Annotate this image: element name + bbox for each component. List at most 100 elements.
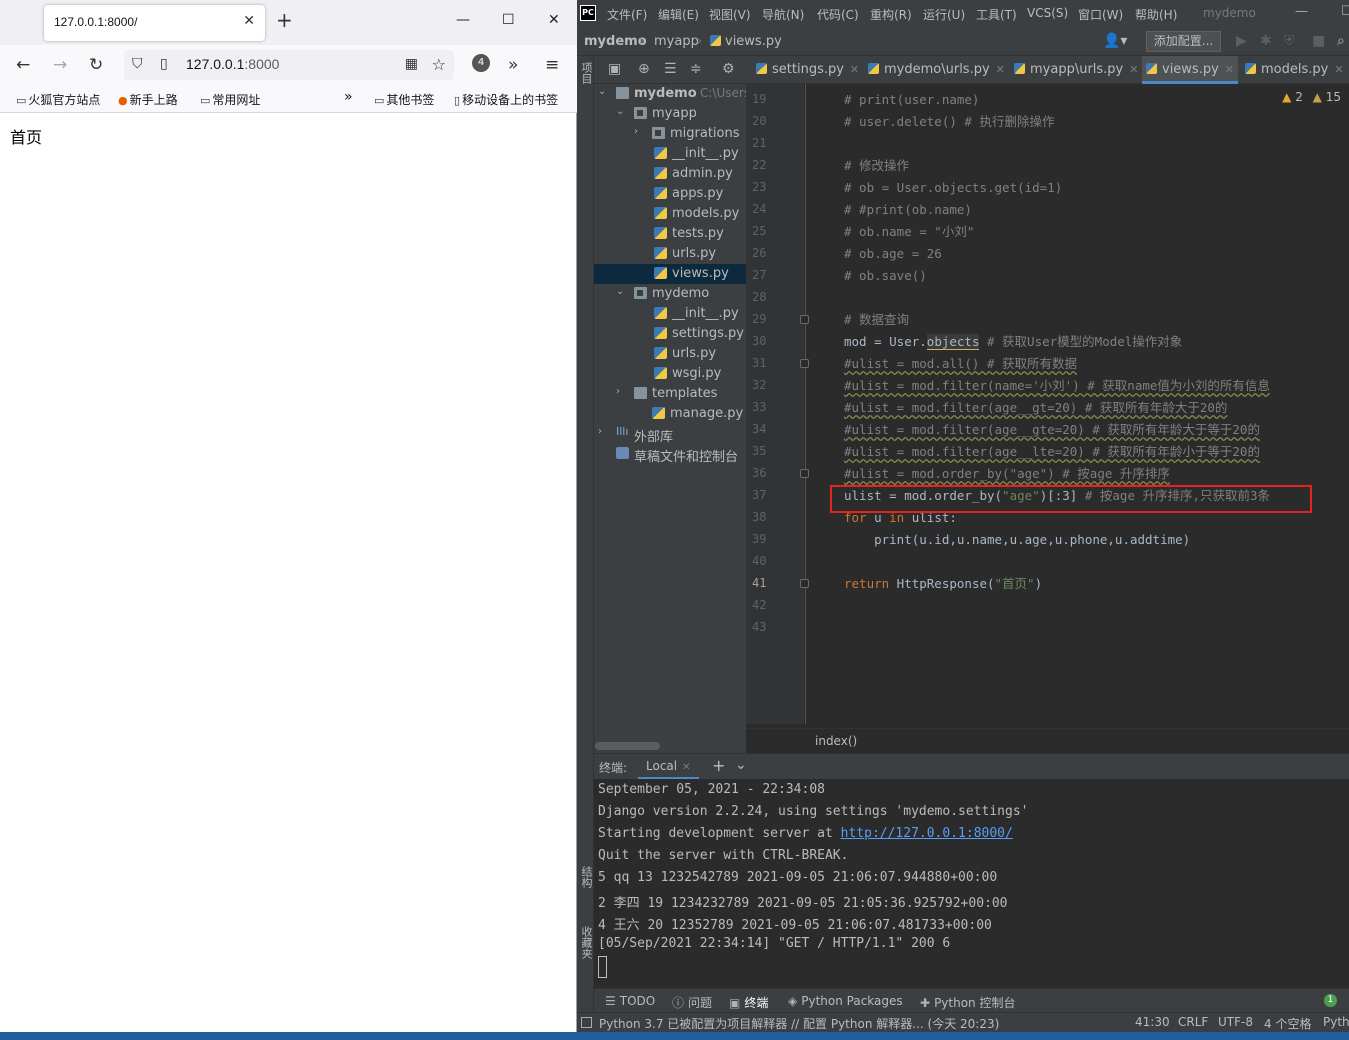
minimize-icon[interactable]: — [456, 12, 470, 28]
tool-tab-todo[interactable]: ☰ TODO [605, 994, 655, 1008]
tree-item[interactable]: apps.py [594, 184, 746, 204]
tool-tab-terminal[interactable]: ▣ 终端 [729, 994, 768, 1011]
stop-icon[interactable]: ■ [1312, 33, 1325, 49]
editor-tab-active[interactable]: views.py ✕ [1142, 56, 1239, 84]
forward-icon[interactable]: → [53, 55, 67, 75]
bookmark-item[interactable]: ▯ 移动设备上的书签 [454, 91, 558, 108]
locate-icon[interactable]: ⊕ [638, 61, 650, 77]
structure-tool-tab[interactable]: 结构 [578, 866, 594, 888]
caret-position[interactable]: 41:30 [1135, 1015, 1170, 1029]
tree-item[interactable]: admin.py [594, 164, 746, 184]
new-terminal-icon[interactable]: + [712, 756, 725, 775]
tool-tab-problems[interactable]: ⓘ 问题 [672, 994, 712, 1011]
interpreter-selector[interactable]: Pyth [1323, 1015, 1349, 1029]
chevron-down-icon[interactable]: ⌄ [616, 106, 624, 117]
search-icon[interactable]: ⌕ [1337, 33, 1345, 49]
project-horizontal-scrollbar[interactable] [595, 742, 660, 750]
bookmark-item[interactable]: ● 新手上路 [118, 91, 178, 108]
terminal-tab-local[interactable]: Local ✕ [638, 754, 699, 779]
tree-item[interactable]: settings.py [594, 324, 746, 344]
close-tab-icon[interactable]: ✕ [1225, 63, 1234, 76]
url-bar[interactable]: ⛉ ▯ 127.0.0.1:8000 ▦ ☆ [124, 50, 454, 80]
editor-tab[interactable]: models.py ✕ [1245, 56, 1344, 84]
tree-item[interactable]: tests.py [594, 224, 746, 244]
breadcrumb-file[interactable]: views.py [710, 34, 782, 49]
tree-item[interactable]: › Illı 外部库 [594, 424, 746, 444]
tree-item[interactable]: urls.py [594, 244, 746, 264]
chevron-down-icon[interactable]: ⌄ [598, 86, 606, 97]
add-configuration-button[interactable]: 添加配置... [1146, 31, 1221, 52]
menu-file[interactable]: 文件(F) [607, 6, 647, 23]
project-view-icon[interactable]: ▣ [608, 61, 621, 77]
tab-close-icon[interactable]: ✕ [243, 13, 255, 29]
menu-run[interactable]: 运行(U) [923, 6, 965, 23]
tree-item[interactable]: › migrations [594, 124, 746, 144]
gear-icon[interactable]: ⚙ [722, 61, 735, 77]
shield-icon[interactable]: ⛉ [132, 56, 143, 72]
tree-item[interactable]: 草稿文件和控制台 [594, 444, 746, 464]
url-text[interactable]: 127.0.0.1:8000 [186, 56, 279, 72]
user-icon[interactable]: 👤▾ [1103, 33, 1127, 49]
new-tab-icon[interactable]: + [276, 10, 293, 30]
tool-windows-toggle-icon[interactable] [581, 1017, 592, 1028]
chevron-right-icon[interactable]: › [634, 126, 638, 137]
favorites-tool-tab[interactable]: 收藏夹 [578, 926, 594, 959]
coverage-icon[interactable]: ⛨ [1284, 33, 1295, 49]
tree-item[interactable]: urls.py [594, 344, 746, 364]
chevron-down-icon[interactable]: ⌄ [735, 757, 747, 773]
close-tab-icon[interactable]: ✕ [1129, 63, 1138, 76]
bookmark-star-icon[interactable]: ☆ [432, 55, 446, 74]
close-tab-icon[interactable]: ✕ [996, 63, 1005, 76]
terminal-cursor[interactable] [598, 956, 607, 978]
menu-edit[interactable]: 编辑(E) [658, 6, 699, 23]
chevron-right-icon[interactable]: › [616, 386, 620, 397]
chevron-right-icon[interactable]: › [598, 426, 602, 437]
tree-item[interactable]: › templates [594, 384, 746, 404]
overflow-chevron-icon[interactable]: » [508, 55, 518, 75]
tree-item[interactable]: wsgi.py [594, 364, 746, 384]
function-breadcrumb[interactable]: index() [815, 734, 857, 748]
expand-all-icon[interactable]: ☰ [664, 61, 677, 77]
tree-item[interactable]: views.py [594, 264, 746, 284]
editor-tab[interactable]: myapp\urls.py ✕ [1014, 56, 1138, 84]
tree-item[interactable]: ⌄ myapp [594, 104, 746, 124]
menu-help[interactable]: 帮助(H) [1135, 6, 1177, 23]
project-tool-tab[interactable]: 项目 [578, 62, 594, 84]
qr-code-icon[interactable]: ▦ [405, 56, 418, 72]
reload-icon[interactable]: ↻ [89, 55, 103, 75]
bookmark-item[interactable]: ▭ 其他书签 [374, 91, 434, 108]
extension-badge[interactable]: 4 [472, 54, 490, 72]
tree-item[interactable]: models.py [594, 204, 746, 224]
menu-window[interactable]: 窗口(W) [1078, 6, 1123, 23]
indent-setting[interactable]: 4 个空格 [1264, 1015, 1311, 1032]
tree-item[interactable]: ⌄ mydemoC:\Users\ [594, 84, 746, 104]
maximize-icon[interactable]: ☐ [1341, 4, 1349, 19]
menu-code[interactable]: 代码(C) [817, 6, 859, 23]
tree-item[interactable]: __init__.py [594, 304, 746, 324]
bookmark-item[interactable]: ▭ 火狐官方站点 [16, 91, 100, 108]
tree-item[interactable]: __init__.py [594, 144, 746, 164]
menu-navigate[interactable]: 导航(N) [762, 6, 804, 23]
page-info-icon[interactable]: ▯ [160, 56, 168, 72]
tool-tab-python-packages[interactable]: ◈ Python Packages [788, 994, 903, 1008]
browser-tab[interactable]: 127.0.0.1:8000/ ✕ [44, 5, 265, 41]
bookmarks-overflow-icon[interactable]: » [344, 89, 353, 105]
event-log-badge[interactable]: 1 [1324, 994, 1337, 1007]
close-window-icon[interactable]: ✕ [548, 12, 560, 28]
menu-refactor[interactable]: 重构(R) [870, 6, 912, 23]
tool-tab-python-console[interactable]: ✚ Python 控制台 [920, 994, 1015, 1011]
editor-tab[interactable]: settings.py ✕ [756, 56, 859, 84]
tree-item[interactable]: ⌄ mydemo [594, 284, 746, 304]
breadcrumb-project[interactable]: mydemo [584, 34, 647, 49]
close-tab-icon[interactable]: ✕ [682, 762, 690, 773]
maximize-icon[interactable]: ☐ [502, 12, 515, 28]
bookmark-item[interactable]: ▭ 常用网址 [200, 91, 260, 108]
menu-vcs[interactable]: VCS(S) [1027, 6, 1068, 20]
server-url-link[interactable]: http://127.0.0.1:8000/ [841, 826, 1013, 841]
breadcrumb-myapp[interactable]: myapp [654, 34, 699, 49]
run-icon[interactable]: ▶ [1236, 33, 1247, 49]
debug-icon[interactable]: ✱ [1260, 33, 1272, 49]
minimize-icon[interactable]: — [1295, 4, 1308, 19]
collapse-all-icon[interactable]: ≑ [690, 61, 702, 77]
close-tab-icon[interactable]: ✕ [850, 63, 859, 76]
